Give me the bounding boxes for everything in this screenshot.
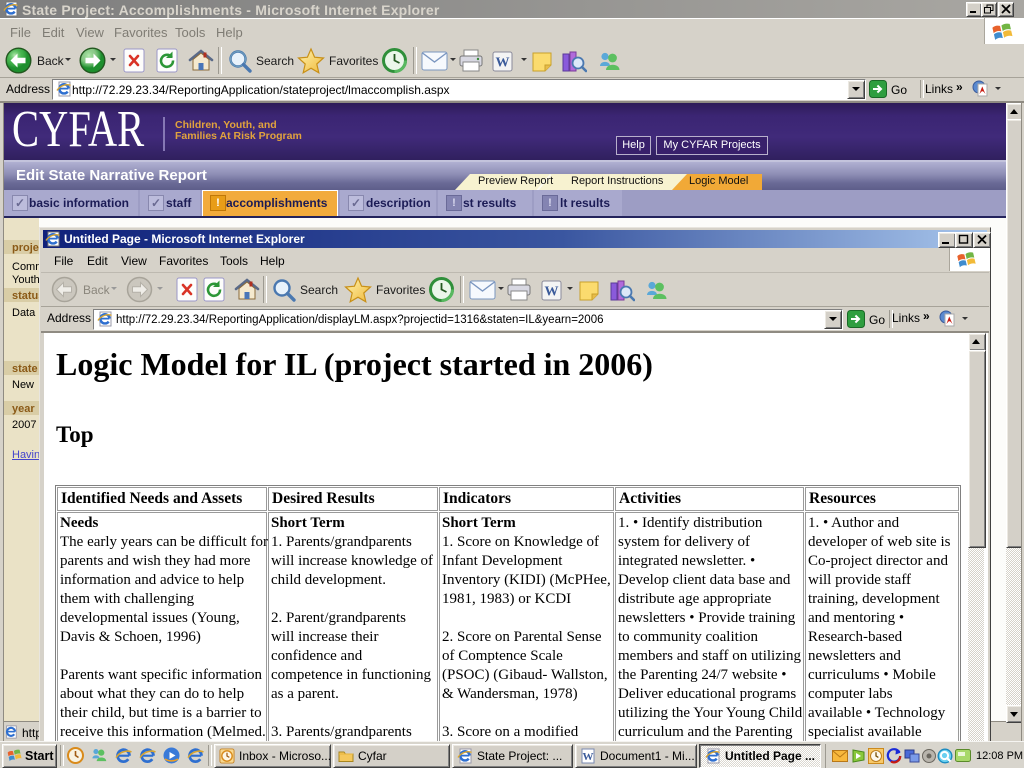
svg-text:W: W — [583, 751, 594, 763]
svg-text:W: W — [545, 285, 559, 300]
svg-text:W: W — [496, 56, 510, 71]
